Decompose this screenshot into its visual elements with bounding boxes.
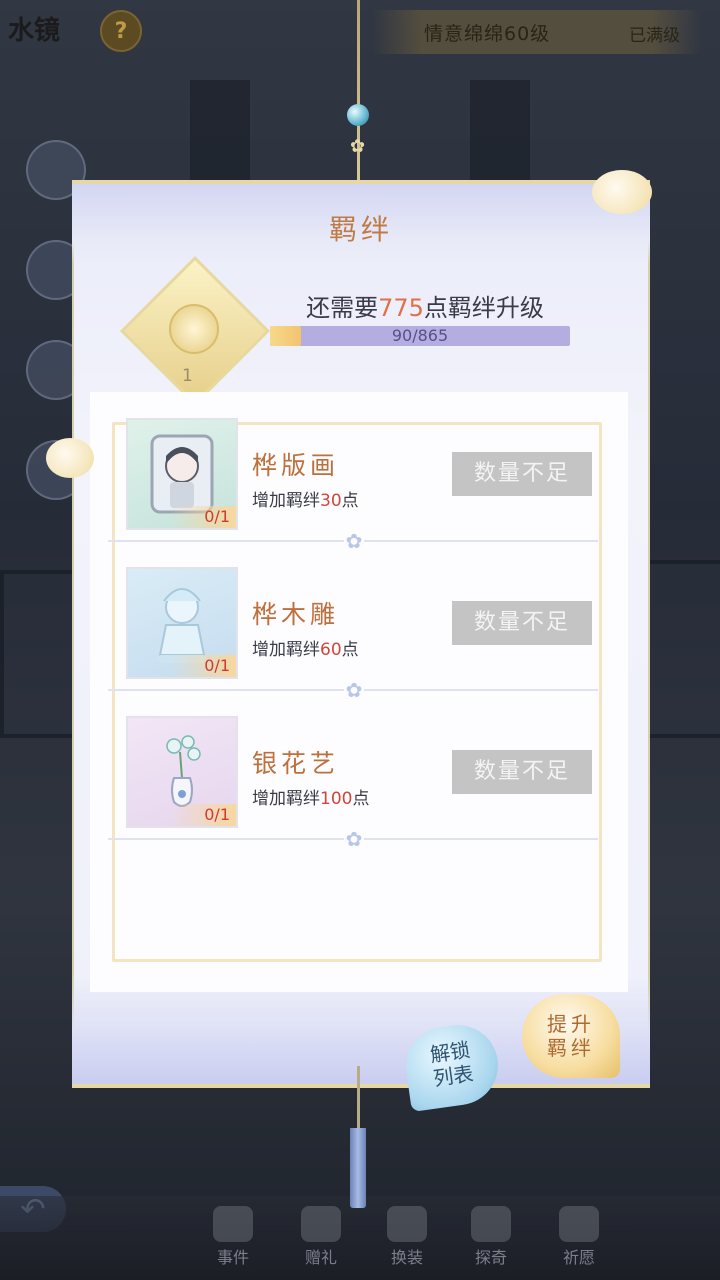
bond-panel: 羁绊 1 还需要775点羁绊升级 90/865 0/1 桦版画 增加羁绊30点 … [72, 180, 650, 1088]
flower-divider-icon: ✿ [344, 529, 364, 553]
desc-prefix: 增加羁绊 [252, 491, 320, 511]
cloud-emblem-icon [169, 304, 219, 354]
nav-label: 赠礼 [304, 1248, 337, 1267]
item-points: 30 [320, 491, 342, 511]
bird-icon [559, 1206, 599, 1242]
max-level-text: 已满级 [629, 26, 680, 46]
insufficient-button[interactable]: 数量不足 [452, 601, 592, 645]
bottom-nav: 事件 赠礼 换装 探奇 祈愿 [0, 1196, 720, 1280]
item-name: 桦版画 [252, 451, 340, 480]
list-item: 0/1 银花艺 增加羁绊100点 数量不足 [126, 716, 596, 828]
desc-suffix: 点 [352, 789, 370, 809]
nav-events[interactable]: 事件 [198, 1206, 268, 1268]
need-suffix: 点羁绊升级 [423, 294, 544, 322]
item-description: 增加羁绊30点 [252, 486, 359, 511]
desc-prefix: 增加羁绊 [252, 789, 320, 809]
item-name: 银花艺 [252, 749, 340, 778]
flower-divider-icon: ✿ [344, 678, 364, 702]
item-description: 增加羁绊60点 [252, 635, 359, 660]
item-name: 桦木雕 [252, 600, 340, 629]
nav-wish[interactable]: 祈愿 [544, 1206, 614, 1268]
item-points: 100 [320, 789, 353, 809]
jade-bead-icon [347, 104, 369, 126]
level-text: 情意绵绵60级 [424, 23, 551, 45]
item-thumbnail[interactable]: 0/1 [126, 418, 238, 530]
item-thumbnail[interactable]: 0/1 [126, 716, 238, 828]
desc-prefix: 增加羁绊 [252, 640, 320, 660]
help-button[interactable]: ? [100, 10, 142, 52]
clothes-icon [387, 1206, 427, 1242]
tassel-icon [350, 1128, 366, 1208]
nav-label: 探奇 [474, 1248, 507, 1267]
item-points: 60 [320, 640, 342, 660]
knot-icon: ✿ [350, 136, 366, 157]
item-thumbnail[interactable]: 0/1 [126, 567, 238, 679]
desc-suffix: 点 [341, 640, 359, 660]
upgrade-bond-button[interactable]: 提升 羁绊 [522, 994, 620, 1078]
level-banner: 情意绵绵60级 已满级 [372, 10, 702, 54]
upgrade-label-line2: 羁绊 [547, 1036, 595, 1060]
nav-label: 祈愿 [562, 1248, 595, 1267]
nav-gift[interactable]: 赠礼 [286, 1206, 356, 1268]
need-prefix: 还需要 [306, 294, 379, 322]
nav-label: 换装 [390, 1248, 423, 1267]
tassel-string [357, 1066, 360, 1132]
upgrade-label-line1: 提升 [547, 1012, 595, 1036]
page-title: 水镜 [8, 16, 61, 46]
points-needed-text: 还需要775点羁绊升级 [270, 288, 580, 323]
bond-progress-bar: 90/865 [270, 326, 570, 346]
gift-bag-icon [301, 1206, 341, 1242]
list-item: 0/1 桦版画 增加羁绊30点 数量不足 [126, 418, 596, 530]
item-count: 0/1 [170, 655, 236, 677]
nav-dressup[interactable]: 换装 [372, 1206, 442, 1268]
insufficient-button[interactable]: 数量不足 [452, 750, 592, 794]
item-list: 0/1 桦版画 增加羁绊30点 数量不足 ✿ 0/1 桦木雕 增加羁绊60点 数… [90, 392, 628, 992]
letter-icon [213, 1206, 253, 1242]
hanging-string [357, 0, 360, 186]
cloud-ornament-icon [592, 170, 652, 214]
progress-label: 90/865 [391, 326, 449, 345]
panel-title: 羁绊 [328, 213, 393, 246]
list-item: 0/1 桦木雕 增加羁绊60点 数量不足 [126, 567, 596, 679]
desc-suffix: 点 [341, 491, 359, 511]
insufficient-button[interactable]: 数量不足 [452, 452, 592, 496]
map-icon [471, 1206, 511, 1242]
item-description: 增加羁绊100点 [252, 784, 369, 809]
heart-ornament-icon [46, 438, 94, 478]
emblem-level: 1 [182, 366, 193, 386]
need-points: 775 [378, 294, 424, 322]
nav-label: 事件 [216, 1248, 249, 1267]
item-count: 0/1 [170, 804, 236, 826]
nav-explore[interactable]: 探奇 [456, 1206, 526, 1268]
flower-divider-icon: ✿ [344, 827, 364, 851]
item-count: 0/1 [170, 506, 236, 528]
